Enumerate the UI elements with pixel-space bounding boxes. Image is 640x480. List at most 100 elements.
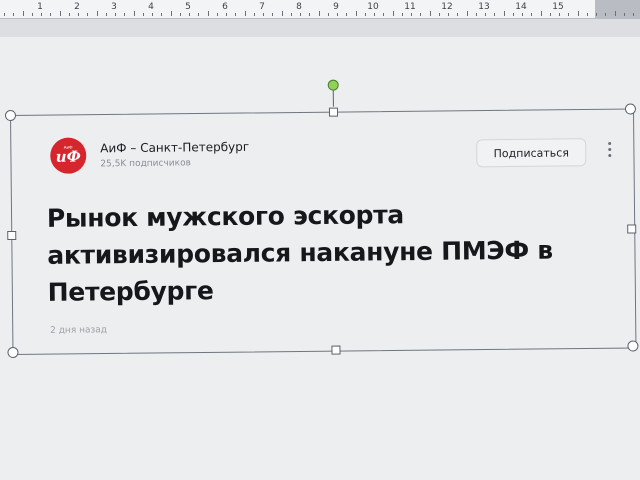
news-headline[interactable]: Рынок мужского эскорта активизировался н… xyxy=(47,194,608,311)
ruler-number: 8 xyxy=(296,2,302,12)
ruler-tick xyxy=(401,13,403,16)
ruler-tick xyxy=(309,13,311,16)
ruler-tick xyxy=(290,13,292,16)
ruler-tick xyxy=(96,11,98,16)
aif-logo-glyph: иФ АиФ xyxy=(56,145,81,166)
ruler-number: 3 xyxy=(111,2,117,12)
ruler-number: 14 xyxy=(515,2,527,12)
ruler-tick xyxy=(327,13,329,16)
ruler-tick xyxy=(207,11,209,16)
ruler-number: 11 xyxy=(404,2,416,12)
ruler-tick xyxy=(420,13,422,16)
ruler-number: 10 xyxy=(367,2,379,12)
resize-handle-top-left[interactable] xyxy=(4,109,17,122)
ruler-tick xyxy=(87,13,89,16)
ruler-tick xyxy=(383,13,385,16)
ruler-tick xyxy=(355,11,357,16)
ruler-tick xyxy=(485,13,486,16)
resize-handle-bottom[interactable] xyxy=(331,345,341,355)
page-top-strip xyxy=(0,19,640,37)
ruler-tick xyxy=(577,11,579,16)
ruler-tick xyxy=(59,11,61,16)
rotate-handle-stem xyxy=(332,88,334,107)
resize-handle-top-right[interactable] xyxy=(624,103,637,115)
ruler-tick xyxy=(494,13,496,16)
ruler-tick xyxy=(115,13,116,16)
news-card[interactable]: иФ АиФ АиФ – Санкт-Петербург 25,5K подпи… xyxy=(36,124,628,340)
ruler-tick xyxy=(22,11,24,16)
resize-handle-bottom-right[interactable] xyxy=(627,340,639,352)
ruler-tick xyxy=(623,13,625,16)
ruler-tick xyxy=(429,11,431,16)
source-name[interactable]: АиФ – Санкт-Петербург xyxy=(100,140,249,156)
ruler-tick xyxy=(281,11,283,16)
resize-handle-left[interactable] xyxy=(7,230,17,241)
ruler-tick xyxy=(105,13,107,16)
ruler-tick xyxy=(272,13,274,16)
aif-logo-icon[interactable]: иФ АиФ xyxy=(50,137,87,174)
ruler-tick xyxy=(457,13,459,16)
ruler-tick xyxy=(411,13,412,16)
ruler-tick xyxy=(559,13,560,16)
horizontal-ruler[interactable]: 1 2 3 4 5 6 7 8 9 10 11 12 13 14 15 xyxy=(0,0,640,19)
ruler-tick xyxy=(226,13,227,16)
ruler-tick xyxy=(438,13,440,16)
ruler-tick xyxy=(605,13,607,16)
ruler-tick xyxy=(198,13,200,16)
publish-time: 2 дня назад xyxy=(50,325,108,336)
ruler-number: 6 xyxy=(222,2,228,12)
ruler-tick xyxy=(475,13,477,16)
ruler-tick xyxy=(512,13,514,16)
ruler-tick xyxy=(364,13,366,16)
ruler-number: 5 xyxy=(185,2,191,12)
subscriber-count: 25,5K подписчиков xyxy=(100,158,191,170)
ruler-tick xyxy=(392,11,394,16)
ruler-number: 13 xyxy=(478,2,490,12)
ruler-number: 7 xyxy=(259,2,265,12)
ruler-tick xyxy=(522,13,523,16)
more-vertical-icon[interactable] xyxy=(606,141,612,162)
ruler-tick xyxy=(300,13,301,16)
logo-text: иФ xyxy=(56,148,81,166)
ruler-tick xyxy=(161,13,163,16)
ruler-number: 1 xyxy=(37,2,43,12)
resize-handle-right[interactable] xyxy=(627,224,637,234)
ruler-tick xyxy=(170,11,172,16)
ruler-tick xyxy=(31,13,33,16)
ruler-tick xyxy=(41,13,42,16)
ruler-tick xyxy=(235,13,237,16)
ruler-tick xyxy=(152,13,153,16)
ruler-tick xyxy=(263,13,264,16)
ruler-tick xyxy=(13,13,15,16)
ruler-tick xyxy=(503,11,505,16)
ruler-tick xyxy=(142,13,144,16)
resize-handle-top[interactable] xyxy=(328,107,339,117)
ruler-number: 15 xyxy=(552,2,564,12)
ruler-tick xyxy=(596,13,597,16)
ruler-tick xyxy=(50,13,52,16)
ruler-tick xyxy=(216,13,218,16)
ruler-tick xyxy=(633,13,634,16)
ruler-tick xyxy=(549,13,551,16)
ruler-tick xyxy=(189,13,190,16)
ruler-tick xyxy=(337,13,338,16)
resize-handle-bottom-left[interactable] xyxy=(7,346,19,359)
subscribe-button[interactable]: Подписаться xyxy=(476,138,587,168)
ruler-tick xyxy=(4,13,5,16)
ruler-tick xyxy=(124,13,126,16)
ruler-tick xyxy=(78,13,79,16)
ruler-tick xyxy=(133,11,135,16)
rotate-handle[interactable] xyxy=(327,79,339,91)
ruler-tick xyxy=(586,13,588,16)
ruler-tick xyxy=(448,13,449,16)
ruler-tick xyxy=(466,11,468,16)
ruler-number: 4 xyxy=(148,2,154,12)
ruler-number: 2 xyxy=(74,2,80,12)
ruler-tick xyxy=(374,13,375,16)
ruler-tick xyxy=(568,13,570,16)
ruler-tick xyxy=(253,13,255,16)
ruler-tick xyxy=(531,13,533,16)
ruler-tick xyxy=(346,13,348,16)
ruler-tick xyxy=(614,11,616,16)
ruler-number: 9 xyxy=(333,2,339,12)
